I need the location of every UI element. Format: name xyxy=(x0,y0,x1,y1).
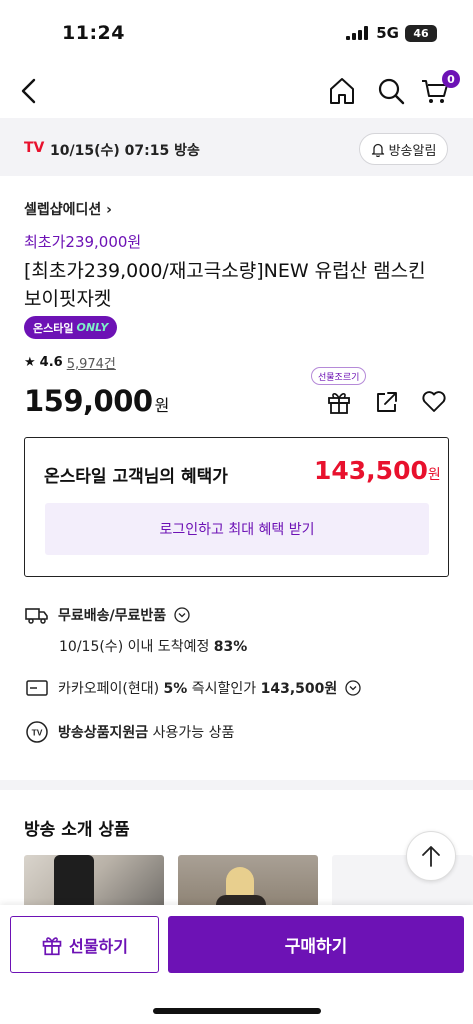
chevron-right-icon: › xyxy=(106,202,112,218)
chevron-left-icon xyxy=(21,78,36,104)
share-icon xyxy=(377,392,397,412)
benefit-price: 143,500원 xyxy=(314,456,441,485)
rating-score: 4.6 xyxy=(39,355,63,370)
bell-icon xyxy=(371,143,384,157)
arrow-up-icon xyxy=(422,846,440,867)
tv-label: TV xyxy=(24,140,45,156)
broadcast-time: 10/15(수) 07:15 방송 xyxy=(50,143,200,159)
support-fund-row: TV 방송상품지원금 사용가능 상품 xyxy=(24,721,234,743)
home-indicator xyxy=(153,1008,321,1014)
price-value: 159,000 xyxy=(24,384,153,418)
gift-request-button[interactable] xyxy=(325,388,353,416)
svg-text:TV: TV xyxy=(32,728,43,738)
gift-button[interactable]: 선물하기 xyxy=(10,916,159,973)
price-currency: 원 xyxy=(154,396,170,415)
back-button[interactable] xyxy=(12,74,46,108)
chevron-down-circle-icon xyxy=(345,680,361,696)
onstyle-only-badge: 온스타일 ONLY xyxy=(24,316,118,339)
section-title: 방송 소개 상품 xyxy=(24,820,130,840)
gift-icon xyxy=(328,393,350,414)
battery-icon: 46 xyxy=(405,24,437,42)
search-button[interactable] xyxy=(374,74,408,108)
share-button[interactable] xyxy=(373,388,401,416)
gift-request-tooltip: 선물조르기 xyxy=(311,367,367,385)
home-icon xyxy=(330,78,354,104)
card-rate: 5% xyxy=(163,681,188,697)
rating: ★ 4.6 5,974건 xyxy=(24,353,116,372)
tv-circle-icon: TV xyxy=(24,721,50,743)
signal-icon xyxy=(346,26,369,40)
section-divider xyxy=(0,780,473,790)
shipping-row[interactable]: 무료배송/무료반품 xyxy=(24,605,190,625)
brand-name: 셀렙샵에디션 xyxy=(24,202,102,218)
truck-icon xyxy=(24,606,50,624)
cart-button[interactable]: 0 xyxy=(418,70,460,108)
brand-link[interactable]: 셀렙샵에디션 › xyxy=(24,199,112,219)
shipping-label: 무료배송/무료반품 xyxy=(58,608,167,624)
benefit-currency: 원 xyxy=(427,467,441,483)
card-prefix: 카카오페이(현대) xyxy=(58,681,160,697)
card-discount-row[interactable]: 카카오페이(현대) 5% 즉시할인가 143,500원 xyxy=(24,678,361,698)
status-time: 11:24 xyxy=(62,22,125,44)
product-title: [최초가239,000/재고극소량]NEW 유럽산 램스킨 보이핏자켓 xyxy=(24,260,426,310)
card-price: 143,500원 xyxy=(260,681,338,697)
broadcast-alarm-button[interactable]: 방송알림 xyxy=(359,133,448,165)
card-discount-text: 카카오페이(현대) 5% 즉시할인가 143,500원 xyxy=(58,678,337,698)
delivery-estimate: 10/15(수) 이내 도착예정 83% xyxy=(59,636,247,656)
badge-only-label: ONLY xyxy=(76,321,109,334)
network-type: 5G xyxy=(376,24,399,42)
buy-button[interactable]: 구매하기 xyxy=(168,916,464,973)
badge-main-label: 온스타일 xyxy=(33,321,74,335)
review-count-link[interactable]: 5,974건 xyxy=(67,353,116,372)
delivery-rate: 83% xyxy=(213,639,248,655)
heart-icon xyxy=(422,391,446,412)
wishlist-button[interactable] xyxy=(420,388,448,416)
promo-text: 최초가239,000원 xyxy=(24,233,142,251)
gift-icon xyxy=(42,936,62,955)
gift-button-label: 선물하기 xyxy=(69,936,128,956)
status-indicators: 5G 46 xyxy=(346,24,437,42)
broadcast-alarm-label: 방송알림 xyxy=(388,143,437,159)
delivery-text: 10/15(수) 이내 도착예정 xyxy=(59,639,210,655)
login-benefit-button[interactable]: 로그인하고 최대 혜택 받기 xyxy=(45,503,429,555)
benefit-label: 온스타일 고객님의 혜택가 xyxy=(44,467,228,487)
support-fund-text: 사용가능 상품 xyxy=(152,725,235,741)
home-button[interactable] xyxy=(325,74,359,108)
benefit-price-value: 143,500 xyxy=(314,456,428,485)
support-fund-label: 방송상품지원금 xyxy=(58,725,149,741)
scroll-top-button[interactable] xyxy=(406,831,456,881)
search-icon xyxy=(378,78,405,105)
card-icon xyxy=(24,680,50,696)
chevron-down-circle-icon xyxy=(174,607,190,623)
star-icon: ★ xyxy=(24,355,36,370)
card-mid: 즉시할인가 xyxy=(191,681,257,697)
cart-count-badge: 0 xyxy=(442,70,460,88)
product-price: 159,000 원 xyxy=(24,384,169,418)
